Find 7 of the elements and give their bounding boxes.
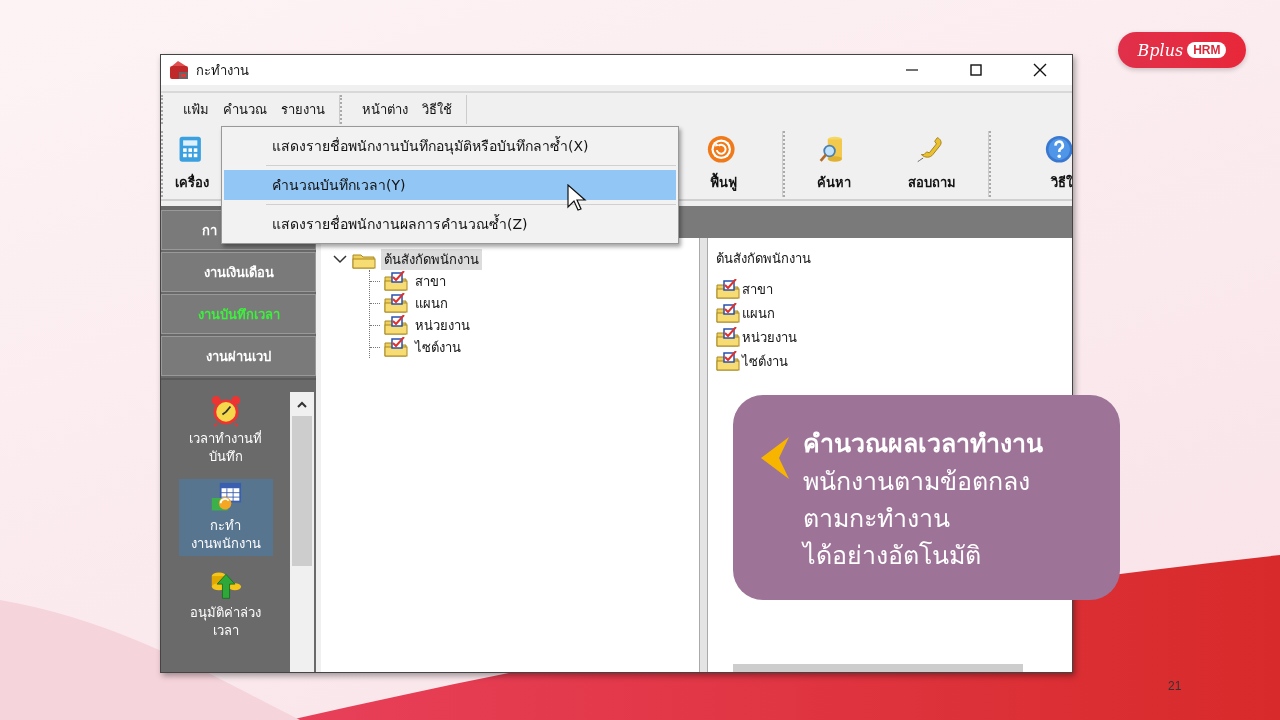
callout-heading: คำนวณผลเวลาทำงาน [803,428,1043,460]
logo-badge: HRM [1187,42,1227,58]
window-title: กะทำงาน [196,61,249,80]
detail-title: ต้นสังกัดพนักงาน [716,250,812,268]
logo-text: Bplus [1137,40,1184,60]
callout-text: พนักงานตามข้อตกลง ตามกะทำงาน ได้อย่างอัตโนมัติ [803,466,1031,572]
page-number: 21 [1168,679,1182,693]
